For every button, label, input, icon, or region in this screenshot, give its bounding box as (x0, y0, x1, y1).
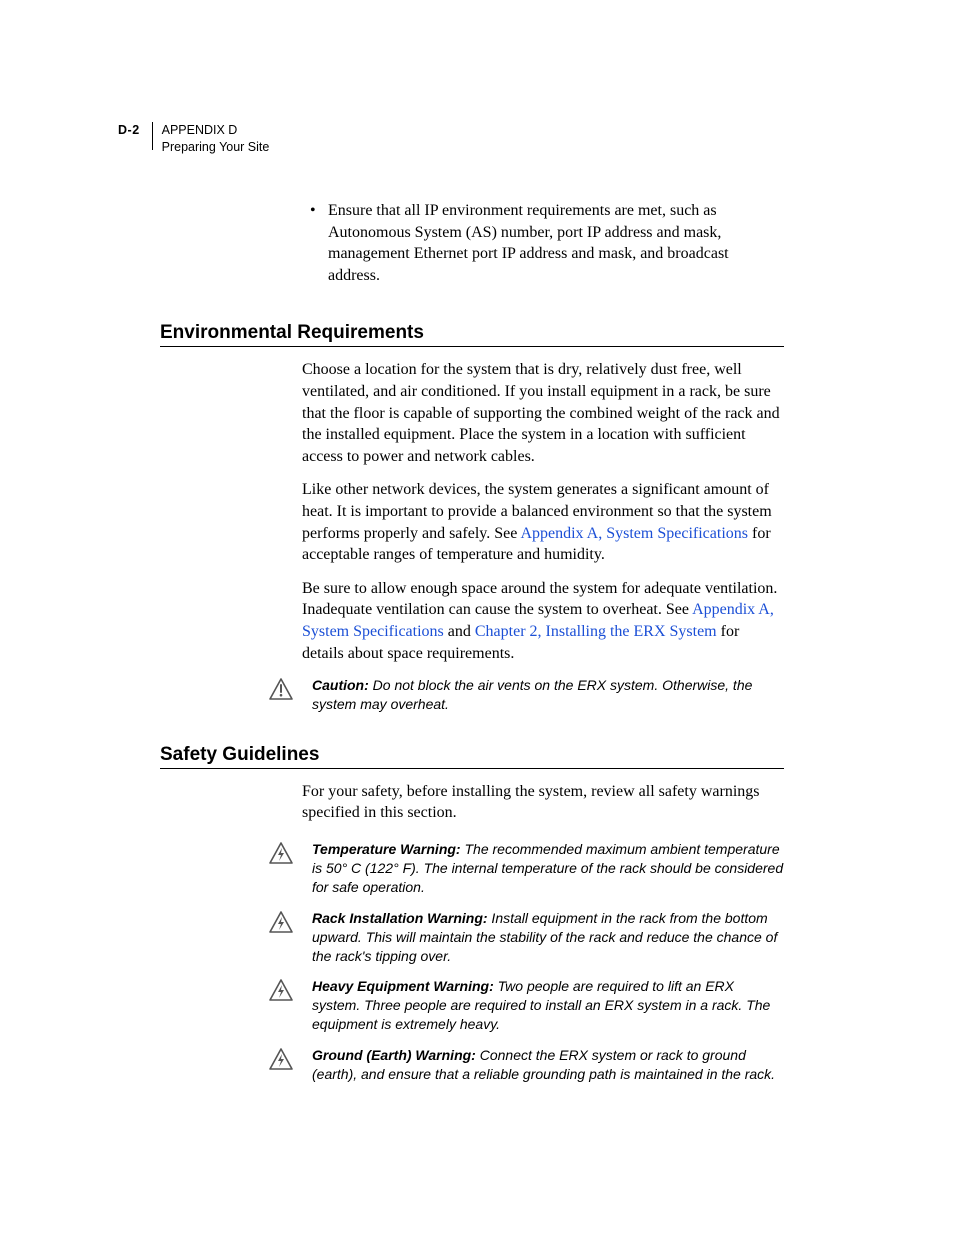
warning-ground-earth: Ground (Earth) Warning: Connect the ERX … (268, 1046, 784, 1084)
warning-heavy-equipment: Heavy Equipment Warning: Two people are … (268, 977, 784, 1034)
caution-icon (268, 677, 294, 701)
page-number: D-2 (118, 123, 140, 137)
warning-lead: Rack Installation Warning: (312, 910, 488, 926)
env-p3mid: and (444, 623, 475, 640)
warning-lead: Temperature Warning: (312, 841, 461, 857)
heading-wrap-env: Environmental Requirements (160, 322, 784, 347)
caution-text: Caution: Do not block the air vents on t… (312, 676, 784, 714)
lightning-icon (268, 1047, 294, 1071)
safety-warnings-block: Temperature Warning: The recommended max… (160, 840, 784, 1084)
content-column: Ensure that all IP environment requireme… (302, 200, 784, 1084)
header-divider (152, 122, 153, 150)
warning-lead: Heavy Equipment Warning: (312, 978, 494, 994)
bullet-ip-env: Ensure that all IP environment requireme… (328, 200, 784, 286)
header-stack: APPENDIX D Preparing Your Site (162, 122, 270, 156)
warning-text: Rack Installation Warning: Install equip… (312, 909, 784, 966)
heading-wrap-safety: Safety Guidelines (160, 744, 784, 769)
link-appendix-a-1[interactable]: Appendix A, System Specifications (520, 525, 748, 542)
safety-intro: For your safety, before installing the s… (302, 781, 784, 824)
chapter-title: Preparing Your Site (162, 139, 270, 156)
warning-lead: Ground (Earth) Warning: (312, 1047, 476, 1063)
caution-row: Caution: Do not block the air vents on t… (268, 676, 784, 714)
lightning-icon (268, 978, 294, 1002)
link-chapter-2[interactable]: Chapter 2, Installing the ERX System (475, 623, 717, 640)
env-p2: Like other network devices, the system g… (302, 479, 784, 565)
caution-row-wrap: Caution: Do not block the air vents on t… (160, 676, 784, 714)
warning-text: Ground (Earth) Warning: Connect the ERX … (312, 1046, 784, 1084)
appendix-label: APPENDIX D (162, 122, 270, 139)
env-p1: Choose a location for the system that is… (302, 359, 784, 467)
lightning-icon (268, 841, 294, 865)
heading-environmental-requirements: Environmental Requirements (160, 322, 784, 347)
warning-temperature: Temperature Warning: The recommended max… (268, 840, 784, 897)
heading-safety-guidelines: Safety Guidelines (160, 744, 784, 769)
caution-body: Do not block the air vents on the ERX sy… (312, 677, 752, 712)
lightning-icon (268, 910, 294, 934)
warning-text: Heavy Equipment Warning: Two people are … (312, 977, 784, 1034)
warning-text: Temperature Warning: The recommended max… (312, 840, 784, 897)
page: D-2 APPENDIX D Preparing Your Site Ensur… (0, 0, 954, 1235)
caution-lead: Caution: (312, 677, 369, 693)
env-p3: Be sure to allow enough space around the… (302, 578, 784, 664)
intro-bullets: Ensure that all IP environment requireme… (302, 200, 784, 286)
running-header: D-2 APPENDIX D Preparing Your Site (118, 122, 269, 156)
warning-rack-installation: Rack Installation Warning: Install equip… (268, 909, 784, 966)
